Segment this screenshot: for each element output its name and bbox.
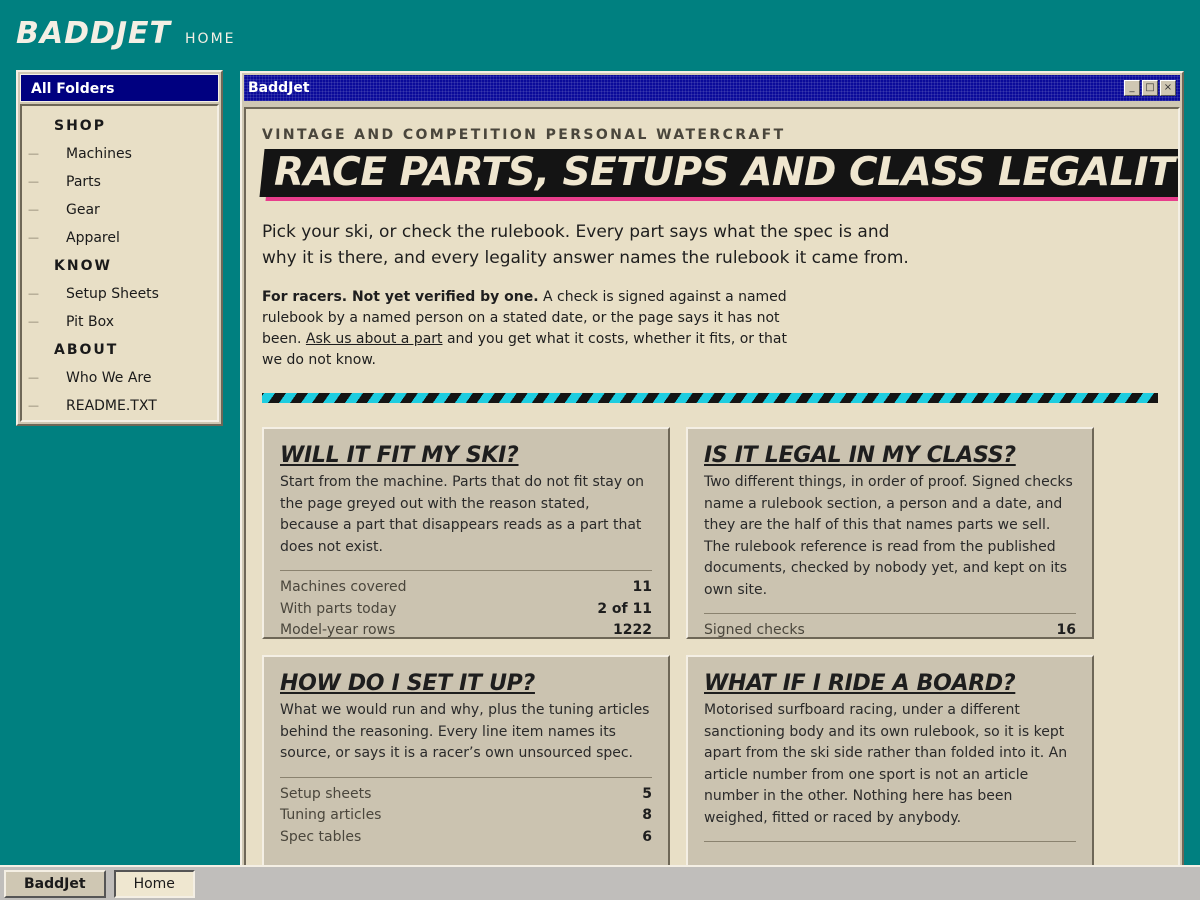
window-content[interactable]: VINTAGE AND COMPETITION PERSONAL WATERCR… xyxy=(244,107,1180,897)
stat-label: Model-year rows xyxy=(280,622,396,638)
stat-label: Machines covered xyxy=(280,579,407,595)
window-title: BaddJet xyxy=(248,80,310,96)
card-title[interactable]: WILL IT FIT MY SKI? xyxy=(280,443,652,468)
stat-value: 8 xyxy=(642,807,652,823)
home-link[interactable]: HOME xyxy=(185,31,235,47)
folder-tree: SHOP — Machines — Parts — Gear — Apparel KNO… xyxy=(20,104,219,422)
card-divider xyxy=(280,570,652,571)
card-board[interactable]: WHAT IF I RIDE A BOARD? Motorised surfbo… xyxy=(686,655,1094,867)
stat-label: With parts today xyxy=(280,600,397,617)
card-divider xyxy=(704,841,1076,842)
folders-title: All Folders xyxy=(20,74,219,102)
hazard-stripe-divider xyxy=(262,393,1158,403)
card-title[interactable]: WHAT IF I RIDE A BOARD? xyxy=(704,671,1076,696)
folder-item-parts[interactable]: — Parts xyxy=(22,168,217,196)
folder-item-label: README.TXT xyxy=(66,398,157,414)
folder-item-label: Parts xyxy=(66,174,101,190)
folder-item-who-we-are[interactable]: — Who We Are xyxy=(22,364,217,392)
card-body: Start from the machine. Parts that do no… xyxy=(280,474,645,555)
card-body: Two different things, in order of proof.… xyxy=(704,474,1073,598)
brand-logo[interactable]: BADDJET xyxy=(16,16,171,51)
taskbar-home-button[interactable]: Home xyxy=(113,869,195,898)
folder-item-label: Pit Box xyxy=(66,314,114,330)
window-controls: _ □ × xyxy=(1124,80,1176,96)
card-title[interactable]: IS IT LEGAL IN MY CLASS? xyxy=(704,443,1076,468)
start-button[interactable]: BaddJet xyxy=(4,869,106,898)
folder-item-label: Setup Sheets xyxy=(66,286,159,302)
stat-value: 6 xyxy=(642,828,652,845)
card-divider xyxy=(280,776,652,778)
tree-line-icon: — xyxy=(28,399,39,412)
folder-group-about[interactable]: ABOUT xyxy=(22,336,217,364)
stat-value: 1222 xyxy=(613,622,652,638)
card-body: Motorised surfboard racing, under a diff… xyxy=(704,702,1068,826)
stat-value: 2 of 11 xyxy=(597,600,652,617)
folder-item-label: Gear xyxy=(66,202,100,218)
card-body: What we would run and why, plus the tuni… xyxy=(280,702,650,761)
card-legal[interactable]: IS IT LEGAL IN MY CLASS? Two different t… xyxy=(686,427,1094,639)
stat-label: Tuning articles xyxy=(280,807,382,823)
card-setup[interactable]: HOW DO I SET IT UP? What we would run an… xyxy=(262,655,670,867)
stat-row: Setup sheets 5 xyxy=(280,784,652,806)
taskbar: BaddJet Home xyxy=(0,865,1200,900)
stat-value: 11 xyxy=(632,579,652,595)
tree-line-icon: — xyxy=(28,175,39,188)
stat-row: Tuning articles 8 xyxy=(280,805,652,827)
card-divider xyxy=(704,613,1076,614)
card-grid: WILL IT FIT MY SKI? Start from the machi… xyxy=(262,427,1162,867)
note-text: For racers. Not yet verified by one. A c… xyxy=(262,287,802,371)
stat-row: Spec tables 6 xyxy=(280,827,652,849)
tree-line-icon: — xyxy=(28,147,39,160)
hero-title: RACE PARTS, SETUPS AND CLASS LEGALITY xyxy=(274,150,1180,195)
tree-line-icon: — xyxy=(28,371,39,384)
hero-title-box: RACE PARTS, SETUPS AND CLASS LEGALITY xyxy=(259,149,1180,197)
tree-line-icon: — xyxy=(28,203,39,216)
note-bold: For racers. Not yet verified by one. xyxy=(262,289,539,305)
tree-line-icon: — xyxy=(28,315,39,328)
stat-row: With parts today 2 of 11 xyxy=(280,599,652,621)
folders-panel: All Folders SHOP — Machines — Parts — Gear … xyxy=(16,70,223,426)
stat-value: 16 xyxy=(1056,622,1076,638)
folder-item-label: Apparel xyxy=(66,230,120,246)
maximize-button[interactable]: □ xyxy=(1142,80,1158,96)
folder-item-label: Machines xyxy=(66,146,132,162)
card-fit[interactable]: WILL IT FIT MY SKI? Start from the machi… xyxy=(262,427,670,639)
window-titlebar[interactable]: BaddJet _ □ × xyxy=(244,75,1180,101)
ask-about-part-link[interactable]: Ask us about a part xyxy=(306,331,443,347)
folder-item-apparel[interactable]: — Apparel xyxy=(22,224,217,252)
eyebrow-text: VINTAGE AND COMPETITION PERSONAL WATERCR… xyxy=(262,127,786,143)
stat-row: Machines covered 11 xyxy=(280,577,652,599)
stat-label: Signed checks xyxy=(704,622,805,638)
stat-label: Setup sheets xyxy=(280,785,372,802)
hero-banner: RACE PARTS, SETUPS AND CLASS LEGALITY xyxy=(259,149,1180,201)
card-title[interactable]: HOW DO I SET IT UP? xyxy=(280,671,652,696)
tree-line-icon: — xyxy=(28,287,39,300)
folder-group-know[interactable]: KNOW xyxy=(22,252,217,280)
main-window: BaddJet _ □ × VINTAGE AND COMPETITION PE… xyxy=(240,71,1184,900)
folder-item-pit-box[interactable]: — Pit Box xyxy=(22,308,217,336)
stat-value: 5 xyxy=(642,785,652,802)
close-button[interactable]: × xyxy=(1160,80,1176,96)
folder-item-machines[interactable]: — Machines xyxy=(22,140,217,168)
folder-item-label: Who We Are xyxy=(66,370,152,386)
minimize-button[interactable]: _ xyxy=(1124,80,1140,96)
folder-item-gear[interactable]: — Gear xyxy=(22,196,217,224)
lede-text: Pick your ski, or check the rulebook. Ev… xyxy=(262,222,909,268)
folder-group-shop[interactable]: SHOP xyxy=(22,112,217,140)
stat-label: Spec tables xyxy=(280,828,362,845)
stat-row: Signed checks 16 xyxy=(704,620,1076,642)
folder-item-readme[interactable]: — README.TXT xyxy=(22,392,217,420)
folder-item-setup-sheets[interactable]: — Setup Sheets xyxy=(22,280,217,308)
site-header: BADDJET HOME xyxy=(16,16,236,51)
stat-row: Model-year rows 1222 xyxy=(280,620,652,642)
tree-line-icon: — xyxy=(28,231,39,244)
